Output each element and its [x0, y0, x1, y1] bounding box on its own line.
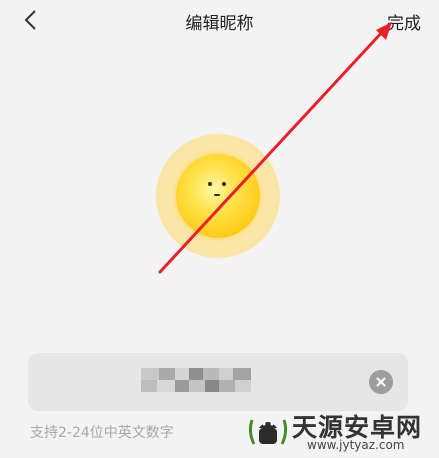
- site-watermark: 天源安卓网 www.jytyaz.com: [244, 406, 439, 458]
- avatar-mouth: [214, 194, 220, 196]
- clear-input-icon[interactable]: [369, 370, 393, 394]
- avatar-eye-left: [208, 182, 212, 186]
- avatar[interactable]: [156, 134, 280, 258]
- page-title: 编辑昵称: [185, 14, 254, 34]
- nickname-rule-hint: 支持2-24位中英文数字: [30, 425, 174, 441]
- nickname-input[interactable]: [28, 353, 408, 411]
- android-logo-icon: [248, 419, 288, 445]
- obscured-nickname-mosaic: [141, 368, 251, 392]
- top-bar: 编辑昵称 完成: [0, 0, 439, 40]
- done-button[interactable]: 完成: [387, 9, 421, 34]
- sun-face-icon: [176, 154, 260, 238]
- avatar-eye-right: [222, 182, 226, 186]
- watermark-url: www.jytyaz.com: [307, 438, 405, 452]
